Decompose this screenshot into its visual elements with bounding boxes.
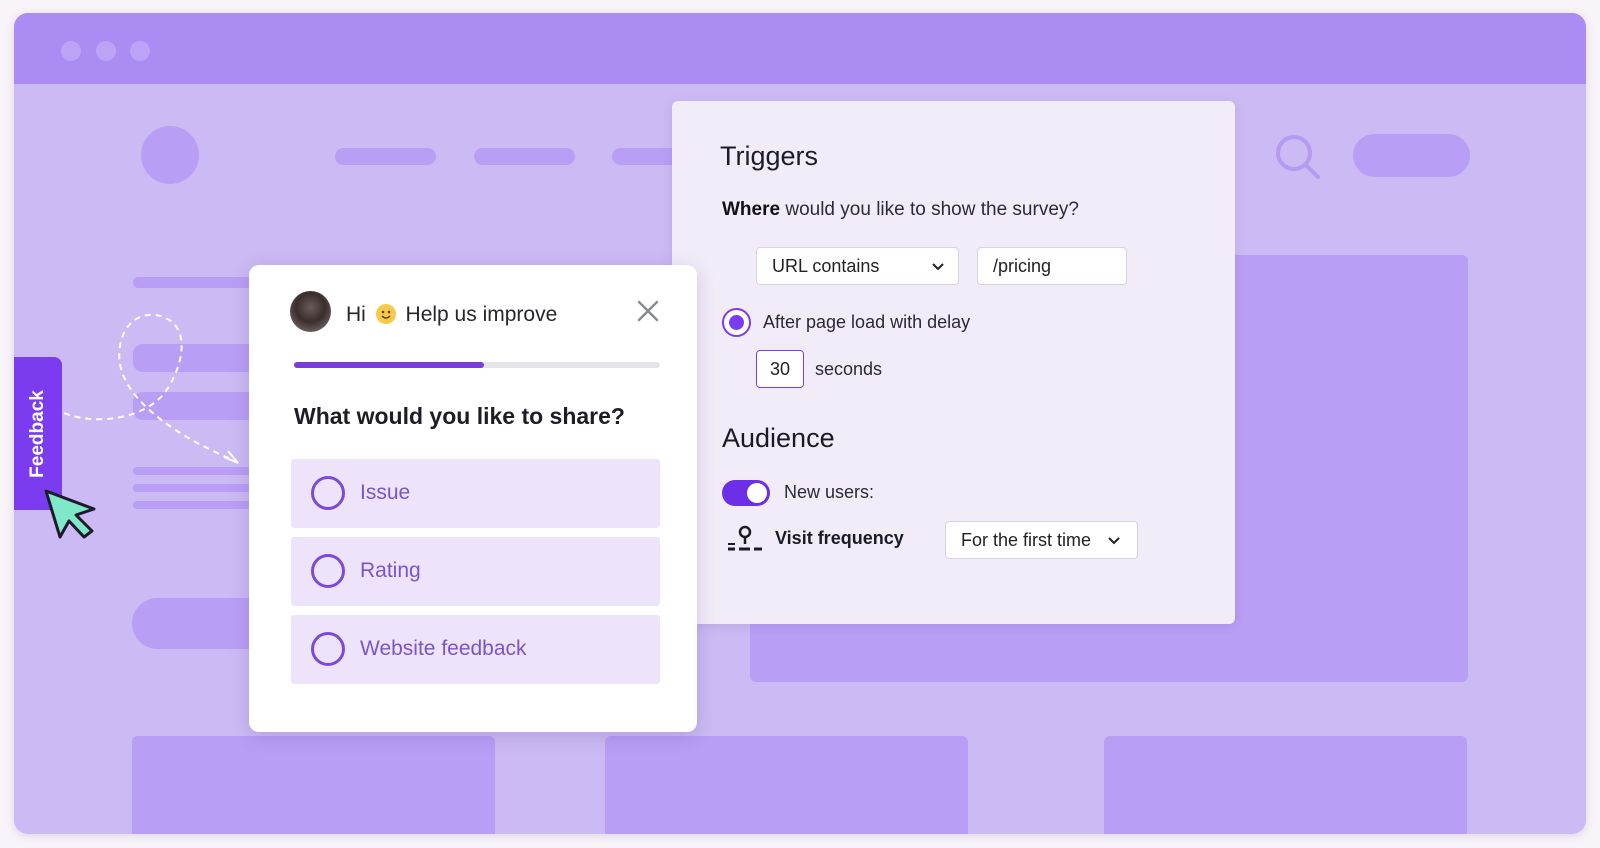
survey-option-website-feedback[interactable]: Website feedback (291, 615, 660, 684)
browser-titlebar (14, 13, 1586, 84)
radio-circle-icon (311, 554, 345, 588)
delay-seconds-value: 30 (769, 358, 791, 379)
triggers-title: Triggers (720, 141, 819, 171)
chevron-down-icon (1106, 533, 1122, 549)
dashed-path-decoration (56, 301, 256, 471)
survey-question: What would you like to share? (294, 403, 625, 429)
chevron-down-icon (930, 259, 946, 275)
radio-circle-icon (311, 632, 345, 666)
survey-option-label: Rating (360, 559, 421, 582)
new-users-label: New users: (784, 482, 875, 502)
visit-frequency-select[interactable]: For the first time (945, 521, 1138, 559)
card-placeholder (605, 736, 968, 834)
visit-frequency-value: For the first time (961, 529, 1092, 550)
card-placeholder (132, 736, 495, 834)
survey-popup: Hi Help us improve What would you like t… (249, 265, 697, 732)
feedback-tab-label: Feedback (27, 389, 48, 478)
smile-emoji-icon (375, 304, 396, 324)
delay-unit-label: seconds (815, 359, 883, 379)
window-dot-maximize[interactable] (130, 41, 150, 61)
visit-frequency-label: Visit frequency (775, 528, 904, 548)
cta-placeholder (1353, 134, 1470, 177)
url-value-input[interactable]: /pricing (977, 247, 1127, 285)
delay-radio-label: After page load with delay (763, 312, 971, 332)
survey-option-rating[interactable]: Rating (291, 537, 660, 606)
url-condition-select[interactable]: URL contains (756, 247, 959, 285)
url-condition-value: URL contains (772, 255, 880, 276)
audience-title: Audience (722, 423, 835, 453)
where-bold: Where (722, 199, 781, 220)
survey-progress-fill (294, 362, 485, 368)
nav-placeholder (335, 148, 436, 165)
survey-option-issue[interactable]: Issue (291, 459, 660, 528)
survey-progress-bar (294, 362, 660, 368)
delay-radio[interactable] (722, 308, 751, 337)
greeting-text: Help us improve (405, 303, 558, 326)
delay-seconds-input[interactable]: 30 (756, 350, 804, 388)
survey-greeting: Hi Help us improve (346, 303, 557, 327)
radio-circle-icon (311, 476, 345, 510)
survey-option-label: Issue (360, 481, 411, 504)
window-dot-minimize[interactable] (96, 41, 116, 61)
text-placeholder (133, 277, 263, 288)
cursor-icon (42, 487, 100, 541)
new-users-toggle[interactable] (722, 480, 770, 506)
visit-frequency-icon (727, 525, 763, 553)
window-dot-close[interactable] (61, 41, 81, 61)
where-question: Where would you like to show the survey? (722, 199, 1079, 221)
close-icon[interactable] (636, 299, 660, 323)
avatar (290, 291, 331, 332)
survey-option-label: Website feedback (360, 637, 527, 660)
greeting-hi: Hi (346, 303, 366, 326)
where-rest: would you like to show the survey? (780, 199, 1079, 220)
text-placeholder (133, 484, 263, 492)
triggers-panel: Triggers Where would you like to show th… (672, 101, 1235, 624)
text-placeholder (133, 501, 263, 509)
nav-placeholder (474, 148, 575, 165)
logo-placeholder (141, 126, 199, 184)
url-value-text: /pricing (993, 255, 1052, 276)
card-placeholder (1104, 736, 1467, 834)
search-icon[interactable] (1274, 133, 1322, 181)
